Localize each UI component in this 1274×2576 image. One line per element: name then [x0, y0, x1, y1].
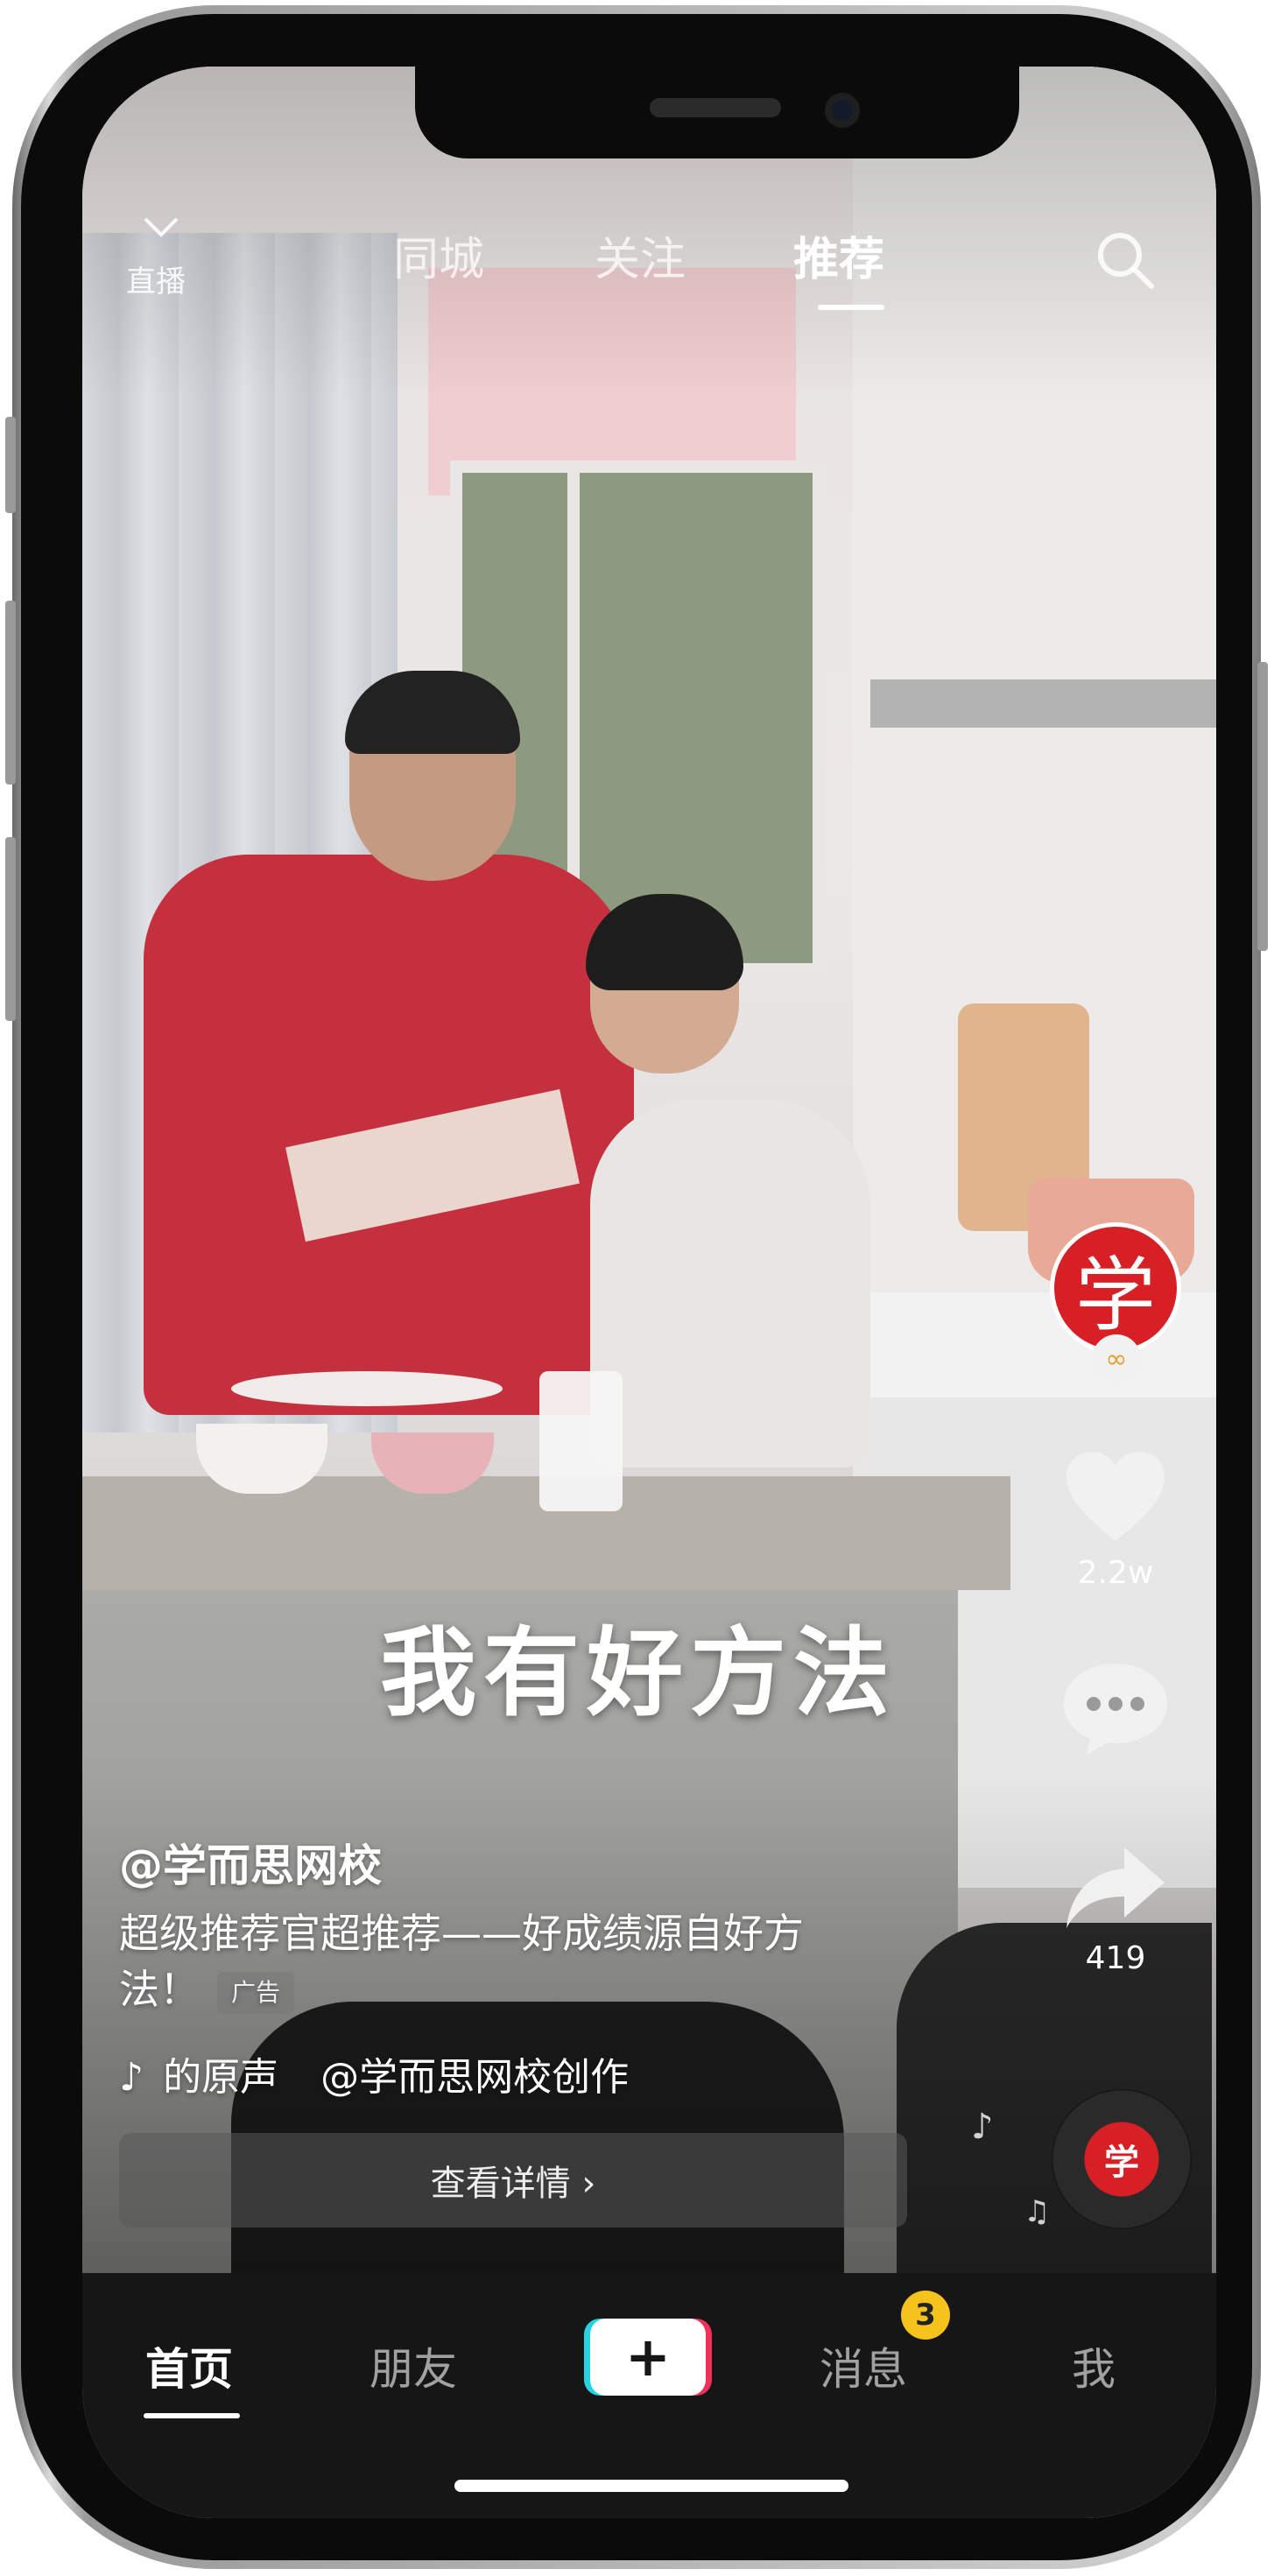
view-details-button[interactable]: 查看详情 ›: [119, 2133, 907, 2228]
scene-milk-glass: [539, 1371, 623, 1511]
like-button[interactable]: [1063, 1450, 1168, 1550]
link-badge-icon[interactable]: ∞: [1092, 1334, 1141, 1383]
message-badge: 3: [901, 2291, 950, 2340]
scene-child: [590, 1100, 870, 1467]
live-button[interactable]: 直播: [126, 215, 196, 300]
screen: 直播 同城 关注 推荐 学 ∞ 2.2w 419 我有好方法 @学而思网校 超级…: [82, 67, 1216, 2518]
notch: [415, 67, 1019, 158]
tab-recommended[interactable]: 推荐: [793, 222, 884, 288]
ad-badge: 广告: [217, 1971, 295, 2014]
disc-logo: 学: [1104, 2143, 1139, 2183]
floating-note-icon: ♪: [971, 2107, 994, 2147]
author-handle[interactable]: @学而思网校: [119, 1831, 382, 1894]
music-note-icon: ♪: [119, 2055, 144, 2100]
scene-range-hood: [870, 679, 1216, 728]
bottom-nav: 首页 朋友 + 消息 3 我: [82, 2273, 1216, 2518]
tv-antenna-icon: [144, 217, 179, 237]
share-count: 419: [1085, 1940, 1146, 1976]
home-indicator[interactable]: [454, 2480, 848, 2492]
music-disc[interactable]: 学: [1052, 2089, 1192, 2229]
front-camera: [825, 93, 860, 128]
search-icon[interactable]: [1094, 229, 1157, 292]
scene-plate: [231, 1371, 503, 1406]
nav-friends[interactable]: 朋友: [370, 2334, 457, 2397]
tab-following[interactable]: 关注: [595, 222, 686, 288]
nav-messages[interactable]: 消息: [820, 2334, 907, 2397]
volume-down-button: [5, 837, 16, 1021]
music-creator: @学而思网校创作: [320, 2055, 630, 2100]
heart-icon: [1066, 1452, 1165, 1541]
music-title: 的原声: [163, 2055, 279, 2100]
video-caption-overlay: 我有好方法: [380, 1617, 897, 1729]
nav-home[interactable]: 首页: [145, 2334, 233, 2397]
tab-nearby[interactable]: 同城: [393, 222, 484, 288]
nav-me[interactable]: 我: [1072, 2334, 1116, 2397]
view-details-label: 查看详情 ›: [430, 2164, 596, 2204]
share-button[interactable]: [1063, 1844, 1168, 1935]
music-info[interactable]: ♪ 的原声 @学而思网校创作: [119, 2045, 750, 2101]
share-arrow-icon: [1066, 1848, 1165, 1928]
power-button: [1257, 662, 1268, 951]
video-description: 超级推荐官超推荐——好成绩源自好方法！ 广告: [119, 1905, 881, 2017]
mute-switch: [5, 417, 16, 513]
floating-note-icon: ♫: [1024, 2194, 1051, 2229]
active-tab-indicator: [818, 305, 884, 310]
phone-frame: 直播 同城 关注 推荐 学 ∞ 2.2w 419 我有好方法 @学而思网校 超级…: [5, 5, 1268, 2569]
plus-icon: +: [625, 2325, 671, 2389]
active-nav-indicator: [144, 2413, 240, 2418]
earpiece-speaker: [650, 98, 781, 117]
live-label: 直播: [126, 264, 186, 299]
like-count: 2.2w: [1077, 1555, 1154, 1591]
comment-button[interactable]: [1060, 1660, 1171, 1762]
create-button[interactable]: +: [590, 2319, 706, 2396]
volume-up-button: [5, 601, 16, 785]
comment-icon: [1064, 1664, 1167, 1755]
avatar-logo: 学: [1074, 1248, 1156, 1342]
